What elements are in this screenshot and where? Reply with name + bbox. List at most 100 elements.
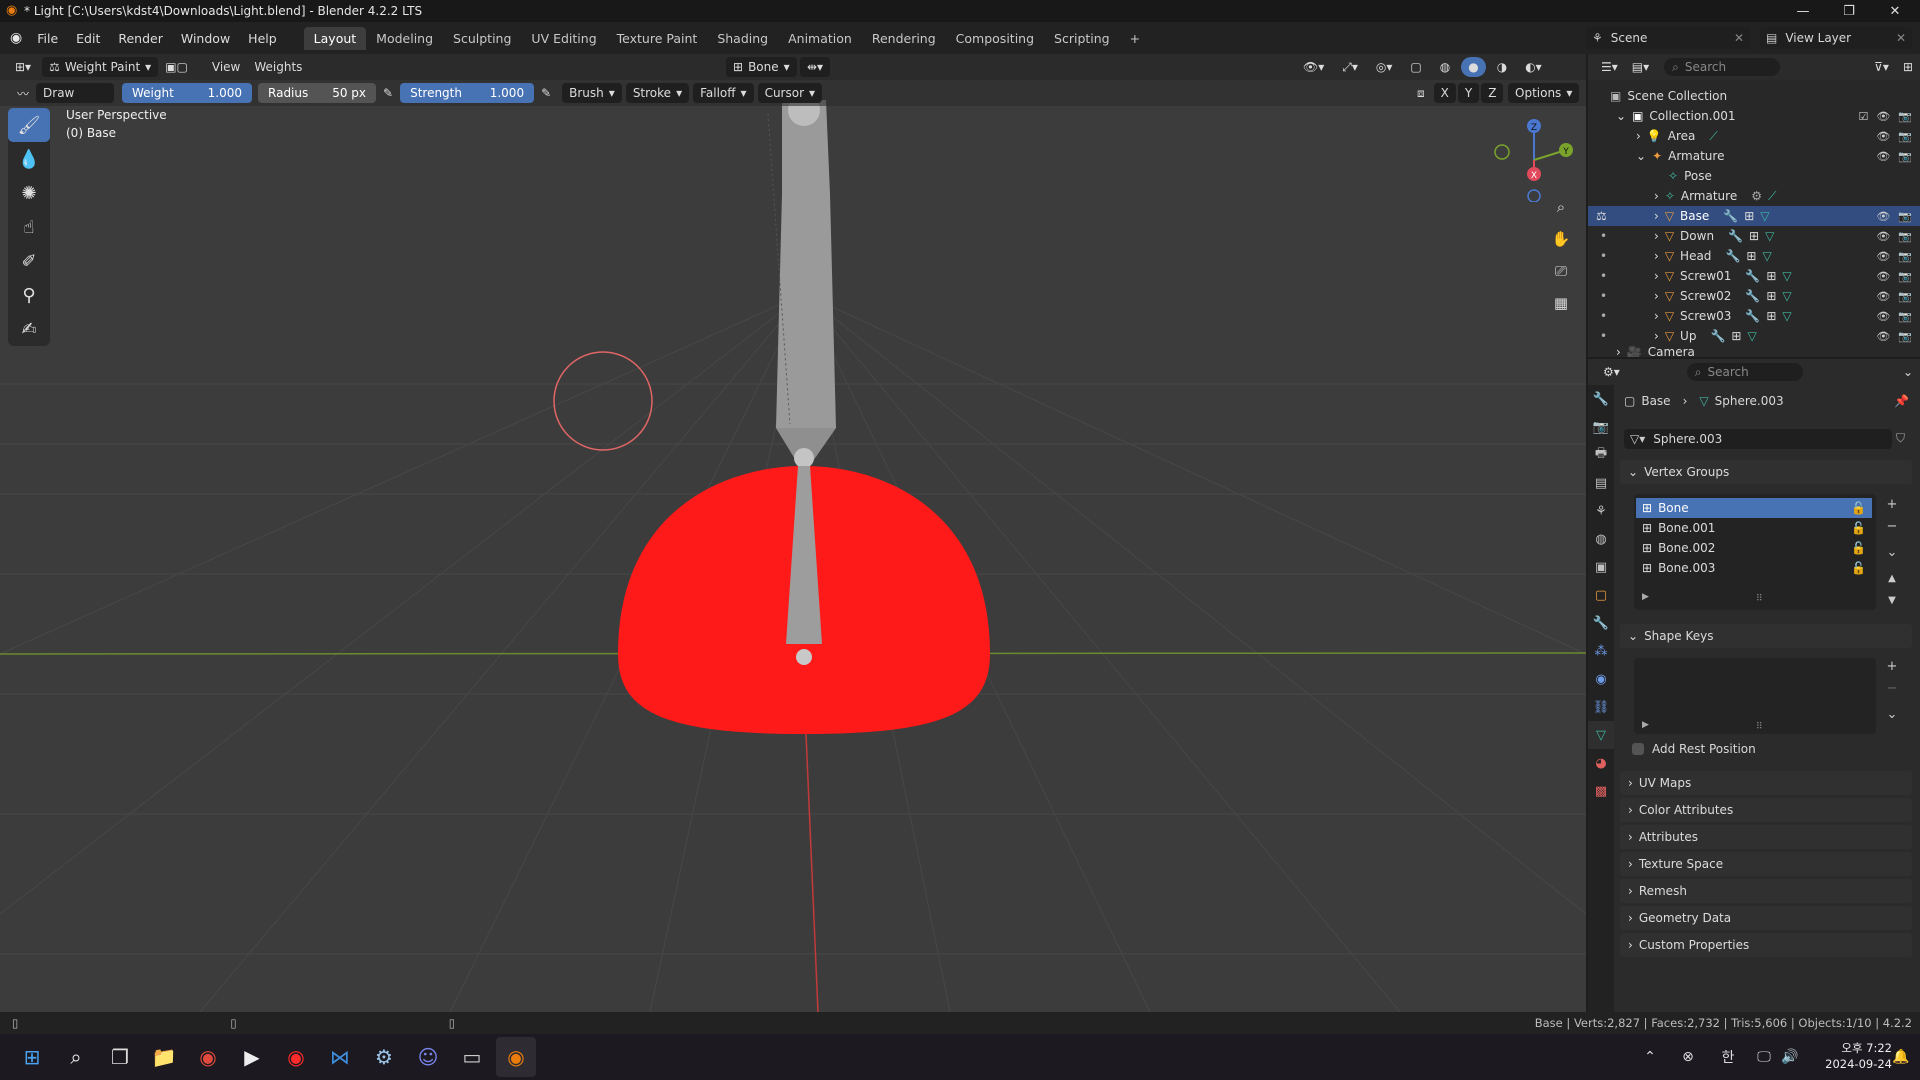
texture-tab-icon[interactable]: ▩ (1588, 777, 1614, 805)
weight-paint-mode-icon[interactable]: ⚖ (1596, 209, 1607, 223)
visibility-icon[interactable]: 👁▾ (1296, 57, 1331, 77)
new-collection-icon[interactable]: ⊞ (1896, 57, 1920, 77)
weight-slider[interactable]: Weight 1.000 (122, 83, 253, 103)
color-attributes-panel-header[interactable]: › Color Attributes (1620, 798, 1912, 822)
outliner-row-screw01[interactable]: • › ▽ Screw01 🔧 ⊞ ▽ 👁 📷 (1588, 266, 1920, 286)
brush-preview-icon[interactable]: 〰 (10, 83, 36, 103)
outliner-row-pose[interactable]: ✧ Pose (1588, 166, 1920, 186)
symmetry-icon[interactable]: ⇹▾ (800, 57, 831, 77)
dot-icon[interactable]: • (1600, 249, 1607, 263)
steam-icon[interactable]: ⚙ (364, 1037, 404, 1077)
view-layer-selector[interactable]: ▤ View Layer ✕ (1760, 27, 1912, 49)
eye-icon[interactable]: 👁 (1876, 110, 1890, 123)
discord-icon[interactable]: ☺ (408, 1037, 448, 1077)
bone-selector[interactable]: ⊞ Bone ▾ (726, 57, 797, 77)
outliner-search-input[interactable]: ⌕ Search (1664, 58, 1781, 76)
blender-menu-icon[interactable]: ◉ (10, 30, 22, 46)
terminal-icon[interactable]: ▭ (452, 1037, 492, 1077)
mask-toggle-icon[interactable]: ▣▢ (158, 57, 195, 77)
solid-shading-icon[interactable]: ● (1461, 57, 1486, 77)
ortho-grid-icon[interactable]: ▦ (1548, 290, 1574, 316)
fake-user-shield-icon[interactable]: ⛉ (1896, 431, 1905, 446)
checkbox-icon[interactable]: ☑ (1858, 110, 1868, 123)
camera-icon[interactable]: 📷 (1898, 270, 1912, 283)
properties-editor-type-icon[interactable]: ⚙▾ (1596, 362, 1627, 382)
media-player-icon[interactable]: ▶ (232, 1037, 272, 1077)
eye-icon[interactable]: 👁 (1876, 310, 1890, 323)
material-shading-icon[interactable]: ◑ (1490, 57, 1514, 77)
3d-viewport[interactable]: User Perspective (0) Base Z Y X ⌕ ✋ ⎚ ▦ (0, 54, 1586, 1012)
scene-collection-row[interactable]: ▣ Scene Collection (1588, 86, 1920, 106)
scene-tab-icon[interactable]: ⚘ (1588, 497, 1614, 525)
camera-icon[interactable]: 📷 (1898, 250, 1912, 263)
axis-z-toggle[interactable]: Z (1481, 83, 1504, 103)
display-mode-icon[interactable]: ▤▾ (1625, 57, 1656, 77)
outliner-row-camera[interactable]: › 🎥 Camera (1588, 346, 1920, 357)
vertex-groups-panel-header[interactable]: ⌄ Vertex Groups (1620, 460, 1912, 484)
outliner-row-screw02[interactable]: • › ▽ Screw02 🔧 ⊞ ▽ 👁 📷 (1588, 286, 1920, 306)
sample-weight-tool[interactable]: ⚲ (8, 278, 50, 312)
shape-keys-list[interactable] (1634, 658, 1876, 734)
draw-brush-tool[interactable]: 🖌 (8, 108, 50, 142)
outliner-row-area[interactable]: › 💡 Area ⟋ 👁 📷 (1588, 126, 1920, 146)
file-explorer-icon[interactable]: 📁 (144, 1037, 184, 1077)
attributes-panel-header[interactable]: › Attributes (1620, 825, 1912, 849)
eye-icon[interactable]: 👁 (1876, 230, 1890, 243)
minimize-button[interactable]: — (1780, 0, 1826, 22)
dot-icon[interactable]: • (1600, 309, 1607, 323)
shape-key-specials-button[interactable]: ⌄ (1882, 704, 1902, 724)
move-up-button[interactable]: ▲ (1882, 568, 1902, 588)
custom-properties-panel-header[interactable]: › Custom Properties (1620, 933, 1912, 957)
vertex-group-bone-001[interactable]: ⊞ Bone.001 🔓 (1636, 518, 1872, 538)
geometry-data-panel-header[interactable]: › Geometry Data (1620, 906, 1912, 930)
camera-view-icon[interactable]: ⎚ (1548, 258, 1574, 284)
outliner-row-armature-data[interactable]: › ✧ Armature ⚙ ⟋ (1588, 186, 1920, 206)
stroke-menu[interactable]: Stroke ▾ (625, 83, 690, 103)
vertex-group-bone[interactable]: ⊞ Bone 🔓 (1636, 498, 1872, 518)
eye-icon[interactable]: 👁 (1876, 290, 1890, 303)
network-icon[interactable]: 🖵 (1752, 1037, 1776, 1077)
scene-close-icon[interactable]: ✕ (1734, 31, 1744, 45)
menu-view[interactable]: View (205, 57, 247, 77)
tab-shading[interactable]: Shading (707, 27, 778, 50)
material-tab-icon[interactable]: ◕ (1588, 749, 1614, 777)
options-menu[interactable]: Options ▾ (1508, 83, 1580, 103)
menu-render[interactable]: Render (109, 31, 172, 46)
world-tab-icon[interactable]: ◍ (1588, 525, 1614, 553)
tab-animation[interactable]: Animation (778, 27, 862, 50)
outliner-row-collection[interactable]: ⌄ ▣ Collection.001 ☑ 👁 📷 (1588, 106, 1920, 126)
texture-space-panel-header[interactable]: › Texture Space (1620, 852, 1912, 876)
menu-window[interactable]: Window (172, 31, 239, 46)
dot-icon[interactable]: • (1600, 329, 1607, 343)
physics-tab-icon[interactable]: ◉ (1588, 665, 1614, 693)
brush-name-field[interactable]: Draw (36, 83, 115, 103)
navigation-gizmo[interactable]: Z Y X (1490, 112, 1580, 202)
tray-app-icon[interactable]: ⊗ (1676, 1037, 1700, 1077)
dot-icon[interactable]: • (1600, 269, 1607, 283)
add-rest-position-checkbox[interactable] (1632, 743, 1644, 755)
camera-icon[interactable]: 📷 (1898, 150, 1912, 163)
camera-icon[interactable]: 📷 (1898, 130, 1912, 143)
vertex-group-specials-button[interactable]: ⌄ (1882, 542, 1902, 562)
visual-studio-icon[interactable]: ⋈ (320, 1037, 360, 1077)
strength-slider[interactable]: Strength 1.000 (400, 83, 535, 103)
modifiers-tab-icon[interactable]: 🔧 (1588, 609, 1614, 637)
camera-icon[interactable]: 📷 (1898, 210, 1912, 223)
menu-help[interactable]: Help (239, 31, 286, 46)
strength-pressure-icon[interactable]: ✎ (534, 83, 558, 103)
gizmo-toggle-icon[interactable]: ⤢▾ (1335, 57, 1365, 77)
list-resize-handle-icon[interactable]: ⠿ (1756, 722, 1763, 732)
particles-tab-icon[interactable]: ⁂ (1588, 637, 1614, 665)
volume-icon[interactable]: 🔊 (1778, 1037, 1802, 1077)
axis-y-toggle[interactable]: Y (1457, 83, 1480, 103)
zoom-icon[interactable]: ⌕ (1548, 194, 1574, 220)
tab-uv-editing[interactable]: UV Editing (521, 27, 606, 50)
armature-bone-upper[interactable] (776, 100, 836, 428)
collection-tab-icon[interactable]: ▣ (1588, 553, 1614, 581)
tab-rendering[interactable]: Rendering (862, 27, 946, 50)
scene-selector[interactable]: ⚘ Scene ✕ (1586, 27, 1750, 49)
gradient-tool[interactable]: ✐ (8, 244, 50, 278)
camera-icon[interactable]: 📷 (1898, 330, 1912, 343)
rendered-shading-icon[interactable]: ◐▾ (1518, 57, 1549, 77)
axis-x-toggle[interactable]: X (1433, 83, 1456, 103)
